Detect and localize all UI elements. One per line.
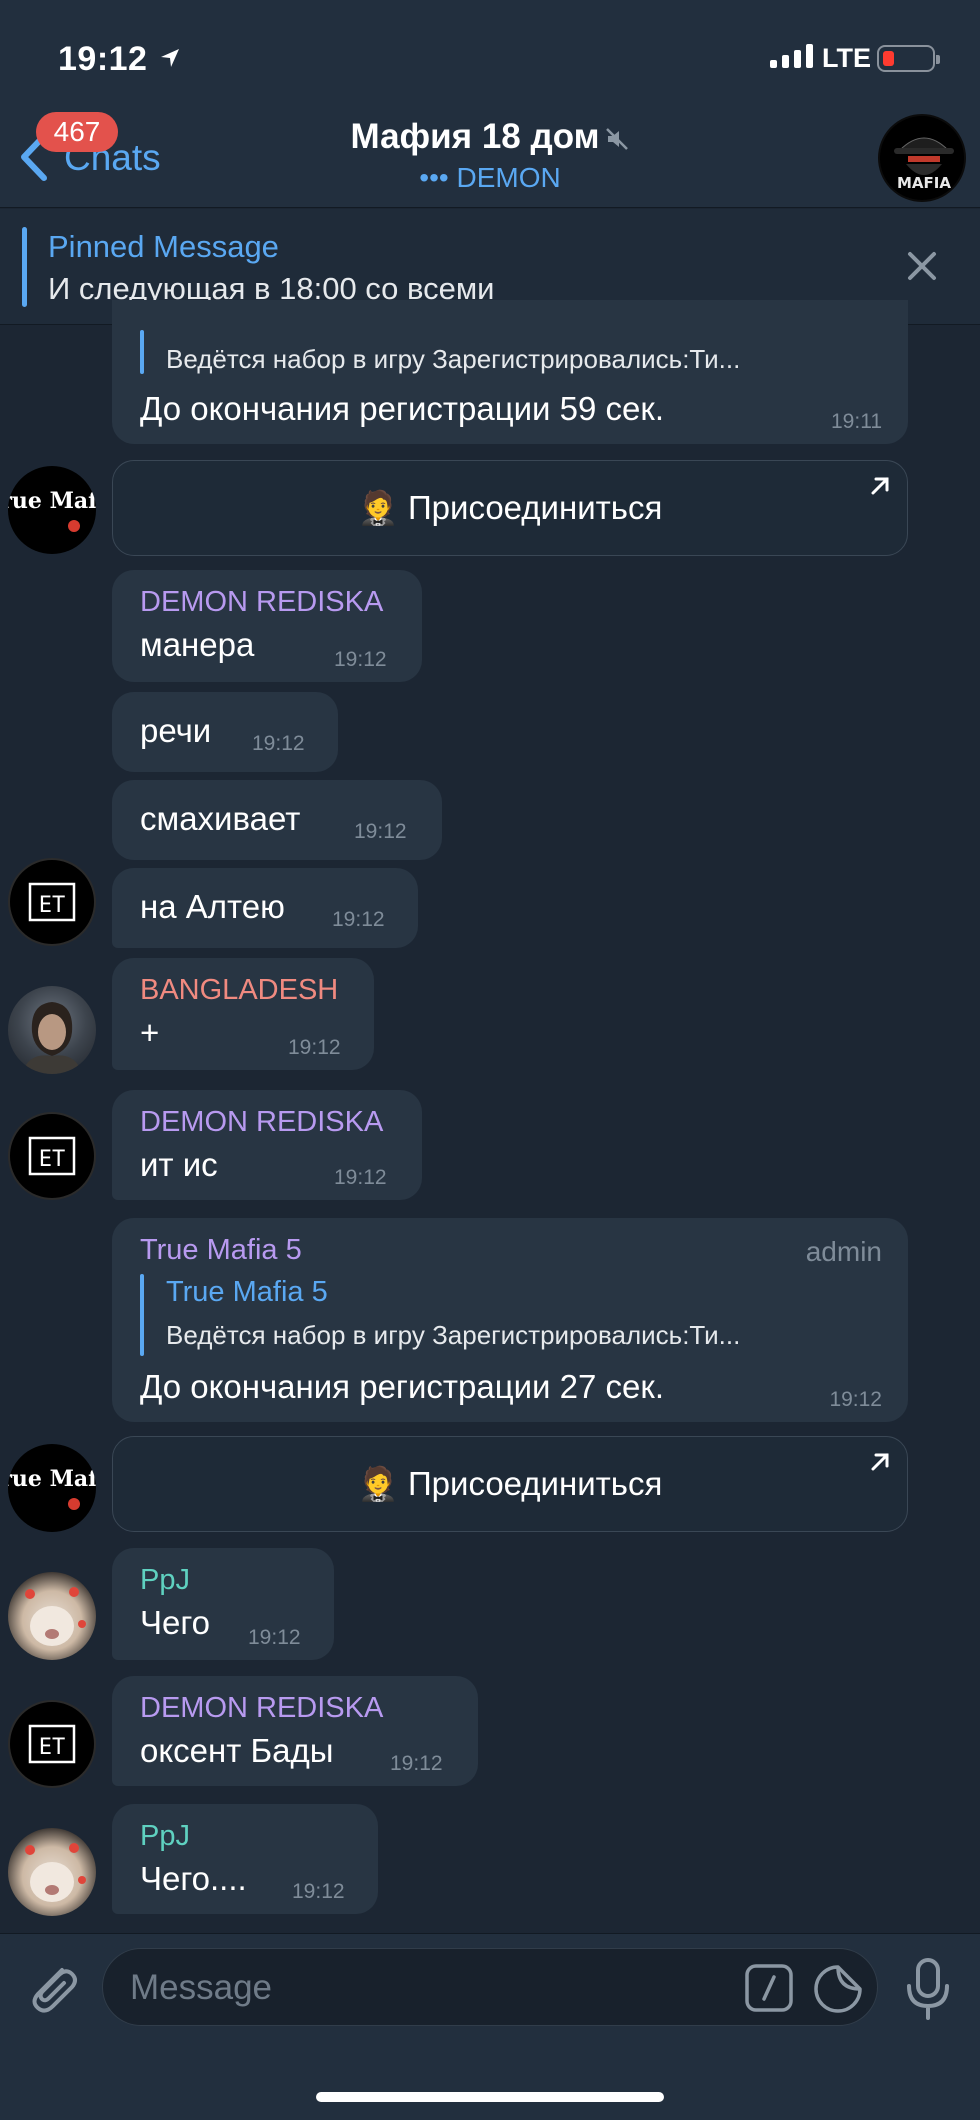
reply-title: True Mafia 5 — [166, 1276, 328, 1308]
true-mafia-logo-text: True Mafia — [8, 488, 96, 514]
microphone-icon[interactable] — [903, 1956, 953, 2022]
message-bubble[interactable]: PpJ Чего 19:12 — [112, 1548, 334, 1660]
chat-title-text: Мафия 18 дом — [350, 117, 600, 156]
admin-badge: admin — [805, 1236, 882, 1267]
close-icon[interactable] — [904, 248, 940, 284]
butler-emoji-icon: 🤵 — [357, 1465, 399, 1502]
avatar-bangladesh[interactable] — [8, 986, 96, 1074]
et-logo-text: ET — [39, 893, 66, 918]
message-bubble[interactable]: DEMON REDISKA оксент Бады 19:12 — [112, 1676, 478, 1786]
join-game-button[interactable]: 🤵 Присоединиться — [112, 1436, 908, 1532]
message-text: оксент Бады — [140, 1732, 334, 1769]
user-photo-icon — [22, 1002, 82, 1074]
message-time: 19:12 — [292, 1880, 345, 1903]
home-indicator — [316, 2092, 664, 2102]
mafia-logo-text: MAFIA — [897, 174, 951, 192]
join-button-label: Присоединиться — [407, 489, 663, 526]
butler-emoji-icon: 🤵 — [357, 489, 399, 526]
message-time: 19:11 — [831, 410, 882, 433]
message-time: 19:12 — [252, 732, 305, 755]
bot-command-icon[interactable] — [744, 1963, 794, 2013]
avatar-et[interactable]: ET — [8, 1112, 96, 1200]
sender-name: PpJ — [140, 1820, 190, 1852]
sender-name: True Mafia 5 — [140, 1234, 302, 1266]
network-type: LTE — [822, 43, 871, 73]
chat-title[interactable]: Мафия 18 дом — [0, 117, 980, 157]
message-text: манера — [140, 626, 255, 663]
avatar-ppj[interactable] — [8, 1828, 96, 1916]
chat-avatar[interactable]: MAFIA — [878, 114, 966, 202]
reply-accent-bar — [140, 1274, 144, 1356]
et-logo-icon: ET — [28, 1724, 76, 1764]
pinned-title: Pinned Message — [48, 229, 279, 264]
typing-status: ••• DEMON — [419, 162, 561, 193]
message-bubble[interactable]: на Алтею 19:12 — [112, 868, 418, 948]
message-text: смахивает — [140, 800, 301, 837]
message-bubble[interactable]: DEMON REDISKA манера 19:12 — [112, 570, 422, 682]
external-link-icon — [871, 1453, 889, 1471]
avatar-true-mafia[interactable]: True Mafia — [8, 466, 96, 554]
message-bubble[interactable]: DEMON REDISKA ит ис 19:12 — [112, 1090, 422, 1200]
message-time: 19:12 — [354, 820, 407, 843]
sender-name: PpJ — [140, 1564, 190, 1596]
attach-icon[interactable] — [22, 1956, 82, 2018]
message-text: речи — [140, 712, 212, 749]
reply-preview-text: Ведётся набор в игру Зарегистрировались:… — [166, 344, 741, 374]
message-text: на Алтею — [140, 888, 285, 925]
battery-icon — [877, 45, 940, 72]
status-time: 19:12 — [58, 40, 148, 78]
message-bubble[interactable]: речи 19:12 — [112, 692, 338, 772]
message-bubble[interactable]: Ведётся набор в игру Зарегистрировались:… — [112, 300, 908, 444]
true-mafia-logo-icon: True Mafia — [8, 488, 96, 532]
message-time: 19:12 — [334, 1166, 387, 1189]
mafia-logo-icon: MAFIA — [894, 137, 954, 192]
et-logo-text: ET — [39, 1735, 66, 1760]
avatar-true-mafia[interactable]: True Mafia — [8, 1444, 96, 1532]
mute-icon — [605, 127, 628, 150]
message-text: ит ис — [140, 1146, 218, 1183]
reply-preview-text: Ведётся набор в игру Зарегистрировались:… — [166, 1320, 741, 1350]
message-bubble[interactable]: True Mafia 5 admin True Mafia 5 Ведётся … — [112, 1218, 908, 1422]
avatar-et[interactable]: ET — [8, 1700, 96, 1788]
message-input-placeholder: Message — [130, 1968, 273, 2007]
join-game-button[interactable]: 🤵 Присоединиться — [112, 460, 908, 556]
avatar-ppj[interactable] — [8, 1572, 96, 1660]
et-logo-icon: ET — [28, 882, 76, 922]
user-photo-icon — [25, 1587, 86, 1646]
et-logo-icon: ET — [28, 1136, 76, 1176]
reply-accent-bar — [140, 330, 144, 374]
join-button-label: Присоединиться — [407, 1465, 663, 1502]
sender-name: DEMON REDISKA — [140, 1692, 384, 1724]
message-text: + — [140, 1014, 160, 1051]
message-text: До окончания регистрации 27 сек. — [140, 1368, 664, 1405]
true-mafia-logo-text: True Mafia — [8, 1466, 96, 1492]
external-link-icon — [871, 477, 889, 495]
message-text: До окончания регистрации 59 сек. — [140, 390, 664, 427]
sender-name: BANGLADESH — [140, 974, 339, 1006]
message-bubble[interactable]: смахивает 19:12 — [112, 780, 442, 860]
signal-icon — [770, 44, 813, 68]
message-time: 19:12 — [390, 1752, 443, 1775]
avatar-et[interactable]: ET — [8, 858, 96, 946]
message-bubble[interactable]: PpJ Чего.... 19:12 — [112, 1804, 378, 1914]
true-mafia-logo-icon: True Mafia — [8, 1466, 96, 1510]
message-text: Чего.... — [140, 1860, 247, 1897]
message-time: 19:12 — [288, 1036, 341, 1059]
message-time: 19:12 — [829, 1388, 882, 1411]
location-arrow-icon — [161, 49, 179, 67]
et-logo-text: ET — [39, 1147, 66, 1172]
message-time: 19:12 — [248, 1626, 301, 1649]
message-time: 19:12 — [332, 908, 385, 931]
pinned-accent-bar — [22, 227, 27, 307]
message-bubble[interactable]: BANGLADESH + 19:12 — [112, 958, 374, 1070]
sender-name: DEMON REDISKA — [140, 586, 384, 618]
message-text: Чего — [140, 1604, 211, 1641]
user-photo-icon — [25, 1843, 86, 1902]
message-time: 19:12 — [334, 648, 387, 671]
sender-name: DEMON REDISKA — [140, 1106, 384, 1138]
sticker-icon[interactable] — [812, 1963, 864, 2015]
top-bar: 19:12 LTE Chats 467 Мафия 18 дом ••• DEM… — [0, 0, 980, 208]
